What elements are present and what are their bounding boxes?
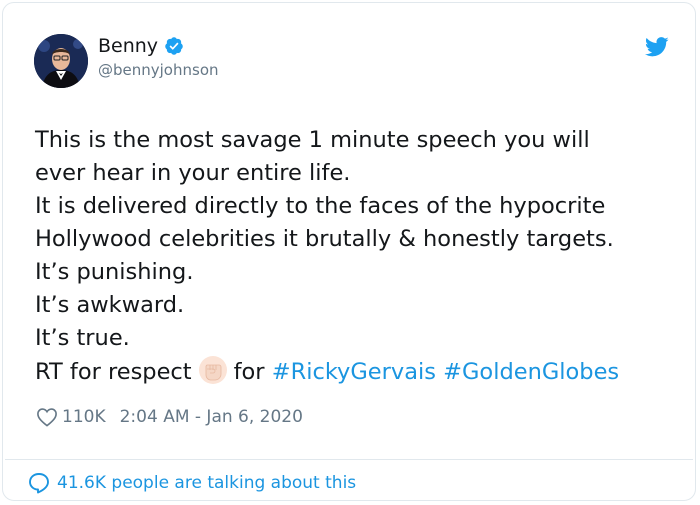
like-count[interactable]: 110K [62, 407, 106, 427]
avatar[interactable] [34, 34, 88, 88]
rt-middle: for [233, 359, 265, 385]
author-handle[interactable]: @bennyjohnson [98, 61, 219, 79]
raised-fist-emoji-icon [198, 355, 228, 385]
tweet-line: Hollywood celebrities it brutally & hone… [35, 226, 614, 252]
tweet-meta: 110K 2:04 AM - Jan 6, 2020 [36, 407, 303, 427]
tweet-line: This is the most savage 1 minute speech … [35, 127, 590, 153]
tweet-text: This is the most savage 1 minute speech … [35, 124, 680, 389]
speech-bubble-icon [27, 471, 51, 495]
timestamp[interactable]: 2:04 AM - Jan 6, 2020 [120, 407, 303, 427]
tweet-line: It is delivered directly to the faces of… [35, 193, 606, 219]
tweet-line: It’s awkward. [35, 292, 185, 318]
tweet-line: ever hear in your entire life. [35, 160, 351, 186]
talking-link[interactable]: 41.6K people are talking about this [27, 471, 356, 495]
hashtag-link[interactable]: #GoldenGlobes [443, 359, 619, 385]
tweet-line: It’s punishing. [35, 259, 194, 285]
author-name[interactable]: Benny [98, 35, 158, 57]
rt-prefix: RT for respect [35, 359, 192, 385]
talking-text[interactable]: 41.6K people are talking about this [57, 473, 356, 493]
tweet-line: It’s true. [35, 325, 130, 351]
heart-icon[interactable] [36, 407, 58, 427]
tweet-card[interactable]: Benny @bennyjohnson This is the most sav… [2, 2, 696, 501]
twitter-bird-icon[interactable] [644, 37, 669, 57]
hashtag-link[interactable]: #RickyGervais [272, 359, 436, 385]
divider [5, 459, 693, 460]
verified-badge-icon [164, 36, 184, 56]
tweet-rt-line: RT for respect for #RickyGervais #Golden… [35, 355, 680, 389]
